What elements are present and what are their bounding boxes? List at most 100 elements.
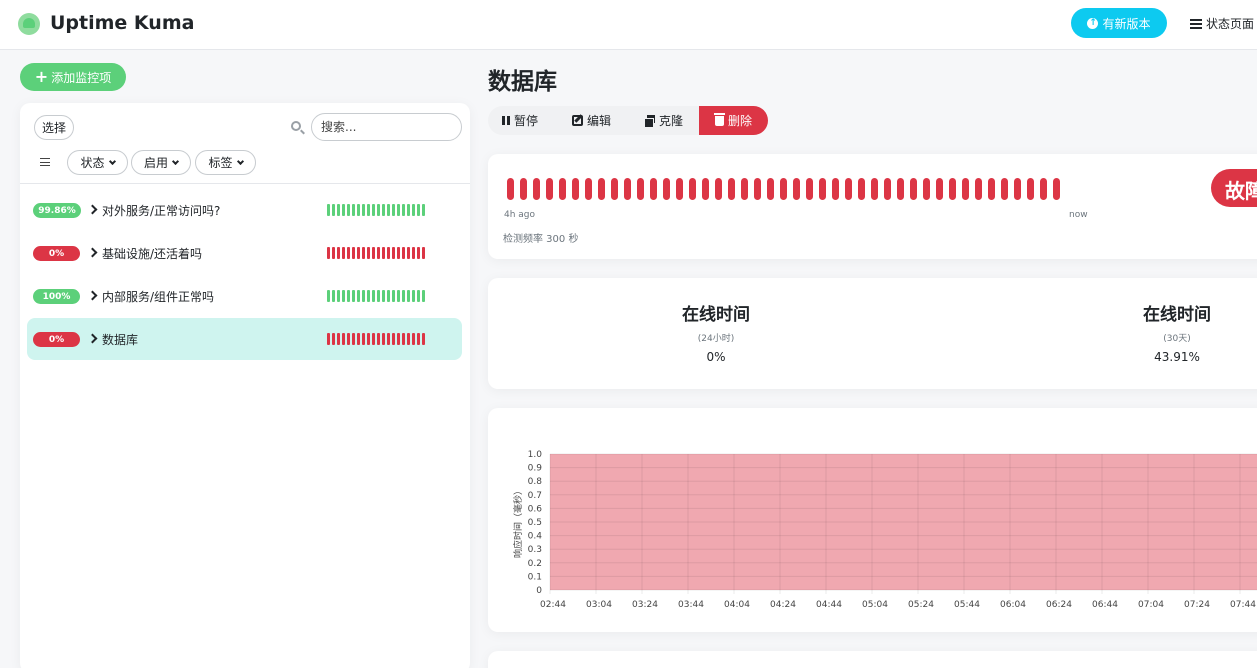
heartbeat-tick[interactable] bbox=[767, 178, 774, 200]
pause-button[interactable]: 暂停 bbox=[502, 106, 538, 135]
heartbeat-tick bbox=[352, 204, 355, 216]
heartbeat-tick[interactable] bbox=[520, 178, 527, 200]
app-title[interactable]: Uptime Kuma bbox=[50, 12, 194, 34]
uptime-kuma-logo-icon[interactable] bbox=[18, 13, 40, 35]
chevron-right-icon[interactable] bbox=[87, 204, 98, 215]
heartbeat-tick bbox=[347, 247, 350, 259]
heartbeat-tick bbox=[382, 290, 385, 302]
response-time-chart-card: 1.0 0.9 0.8 0.7 0.6 0.5 0.4 0.3 0.2 0.1 0 02:44 03:0… bbox=[488, 408, 1257, 632]
monitor-name: 数据库 bbox=[102, 333, 139, 347]
monitor-name: 内部服务/组件正常吗 bbox=[102, 290, 215, 304]
heartbeat-tick bbox=[417, 247, 420, 259]
uptime-30d-stat: 在线时间 (30天) 43.91% bbox=[1097, 300, 1257, 364]
heartbeat-tick[interactable] bbox=[910, 178, 917, 200]
monitor-list-item[interactable]: 100% 内部服务/组件正常吗 bbox=[27, 275, 462, 317]
heartbeat-tick[interactable] bbox=[962, 178, 969, 200]
heartbeat-tick[interactable] bbox=[1027, 178, 1034, 200]
heartbeat-tick[interactable] bbox=[637, 178, 644, 200]
search-input[interactable] bbox=[311, 113, 462, 141]
heartbeat-tick bbox=[362, 290, 365, 302]
chevron-right-icon[interactable] bbox=[87, 247, 98, 258]
heartbeat-tick[interactable] bbox=[897, 178, 904, 200]
heartbeat-tick[interactable] bbox=[936, 178, 943, 200]
heartbeat-tick bbox=[367, 204, 370, 216]
heartbeat-tick[interactable] bbox=[923, 178, 930, 200]
heartbeat-tick[interactable] bbox=[832, 178, 839, 200]
status-filter-dropdown[interactable]: 状态 bbox=[67, 150, 128, 175]
heartbeat-tick[interactable] bbox=[975, 178, 982, 200]
heartbeat-tick bbox=[417, 204, 420, 216]
heartbeat-tick[interactable] bbox=[1001, 178, 1008, 200]
heartbeat-tick bbox=[377, 333, 380, 345]
monitor-list-item[interactable]: 0% 基础设施/还活着吗 bbox=[27, 232, 462, 274]
y-tick-label: 0 bbox=[536, 586, 542, 596]
heartbeat-tick[interactable] bbox=[871, 178, 878, 200]
heartbeat-tick[interactable] bbox=[650, 178, 657, 200]
heartbeat-tick[interactable] bbox=[858, 178, 865, 200]
heartbeat-tick bbox=[352, 333, 355, 345]
heartbeat-tick[interactable] bbox=[624, 178, 631, 200]
monitor-title: 数据库 bbox=[488, 69, 557, 95]
tags-filter-dropdown[interactable]: 标签 bbox=[195, 150, 256, 175]
edit-button[interactable]: 编辑 bbox=[572, 106, 611, 135]
y-tick-label: 0.3 bbox=[528, 545, 542, 555]
monitor-list-item-selected[interactable]: 0% 数据库 bbox=[27, 318, 462, 360]
heartbeat-tick bbox=[407, 204, 410, 216]
heartbeat-tick[interactable] bbox=[689, 178, 696, 200]
heartbeat-tick[interactable] bbox=[1014, 178, 1021, 200]
heartbeat-tick[interactable] bbox=[819, 178, 826, 200]
heartbeat-tick bbox=[422, 290, 425, 302]
heartbeat-tick bbox=[392, 290, 395, 302]
heartbeat-tick[interactable] bbox=[949, 178, 956, 200]
heartbeat-tick bbox=[332, 247, 335, 259]
heartbeat-tick[interactable] bbox=[585, 178, 592, 200]
chevron-right-icon[interactable] bbox=[87, 333, 98, 344]
heartbeat-tick[interactable] bbox=[1053, 178, 1060, 200]
heartbeat-tick bbox=[392, 333, 395, 345]
heartbeat-tick[interactable] bbox=[793, 178, 800, 200]
heartbeat-tick bbox=[392, 247, 395, 259]
heartbeat-tick[interactable] bbox=[663, 178, 670, 200]
heartbeat-tick bbox=[332, 204, 335, 216]
pause-label: 暂停 bbox=[514, 114, 539, 128]
heartbeat-tick[interactable] bbox=[806, 178, 813, 200]
heartbeat-tick[interactable] bbox=[533, 178, 540, 200]
heartbeat-tick[interactable] bbox=[572, 178, 579, 200]
heartbeat-tick[interactable] bbox=[845, 178, 852, 200]
delete-button[interactable]: 删除 bbox=[699, 106, 768, 135]
x-tick-label: 03:44 bbox=[678, 600, 704, 610]
heartbeat-tick[interactable] bbox=[611, 178, 618, 200]
heartbeat-tick[interactable] bbox=[780, 178, 787, 200]
clone-button[interactable]: 克隆 bbox=[644, 106, 683, 135]
y-tick-label: 0.1 bbox=[528, 572, 542, 582]
heartbeat-tick[interactable] bbox=[598, 178, 605, 200]
heartbeat-tick bbox=[392, 204, 395, 216]
heartbeat-tick[interactable] bbox=[728, 178, 735, 200]
heartbeat-tick[interactable] bbox=[507, 178, 514, 200]
heartbeat-tick[interactable] bbox=[559, 178, 566, 200]
x-tick-label: 02:44 bbox=[540, 600, 566, 610]
heartbeat-tick[interactable] bbox=[676, 178, 683, 200]
chevron-right-icon[interactable] bbox=[87, 290, 98, 301]
heartbeat-tick bbox=[412, 204, 415, 216]
heartbeat-tick bbox=[327, 247, 330, 259]
status-pages-link[interactable]: 状态页面 bbox=[1190, 15, 1254, 32]
heartbeat-tick bbox=[342, 333, 345, 345]
add-monitor-button[interactable]: + 添加监控项 bbox=[20, 63, 126, 91]
heartbeat-tick[interactable] bbox=[715, 178, 722, 200]
y-tick-label: 0.9 bbox=[528, 464, 543, 474]
heartbeat-tick[interactable] bbox=[702, 178, 709, 200]
heartbeat-tick[interactable] bbox=[988, 178, 995, 200]
heartbeat-tick[interactable] bbox=[1040, 178, 1047, 200]
active-filter-dropdown[interactable]: 启用 bbox=[131, 150, 191, 175]
heartbeat-tick[interactable] bbox=[741, 178, 748, 200]
heartbeat-tick[interactable] bbox=[754, 178, 761, 200]
filter-menu-icon[interactable] bbox=[40, 158, 50, 166]
select-button[interactable]: 选择 bbox=[34, 115, 74, 140]
monitor-list-item[interactable]: 99.86% 对外服务/正常访问吗? bbox=[27, 189, 462, 231]
heartbeat-tick bbox=[362, 247, 365, 259]
new-version-button[interactable]: ↑ 有新版本 bbox=[1071, 8, 1167, 38]
heartbeat-tick[interactable] bbox=[546, 178, 553, 200]
heartbeat-tick[interactable] bbox=[884, 178, 891, 200]
heartbeat-tick bbox=[342, 204, 345, 216]
